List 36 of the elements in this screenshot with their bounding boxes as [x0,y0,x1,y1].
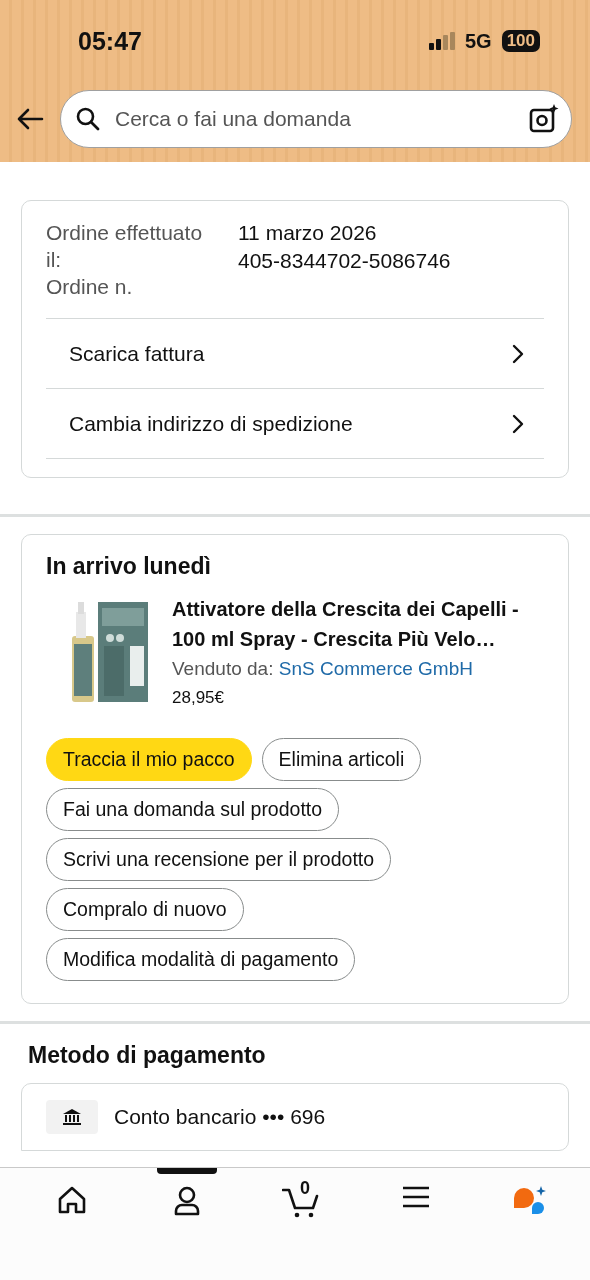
search-input[interactable]: Cerca o fai una domanda [113,106,517,132]
seller-label: Venduto da: [172,658,274,679]
network-label: 5G [464,29,492,53]
info-value: 405-8344702-5086746 [238,248,451,274]
info-label: Ordine effettuato il: [46,220,204,273]
search-icon [75,106,101,132]
product-price: 28,95€ [172,688,225,708]
chevron-icon [512,413,524,434]
action-button[interactable]: Modifica modalità di pagamento [46,938,356,981]
order-action-row[interactable]: Cambia indirizzo di spedizione [46,389,544,459]
nav-tab[interactable]: 0 [271,1168,331,1280]
info-label: Ordine n. [46,274,134,300]
back-arrow-icon[interactable] [16,108,44,130]
bank-icon [46,1100,98,1134]
status-time: 05:47 [78,26,142,56]
delivery-title: In arrivo lunedì [46,553,212,580]
action-button[interactable]: Compralo di nuovo [46,888,244,931]
search-bar[interactable]: Cerca o fai una domanda [60,90,572,148]
product-title[interactable]: Attivatore della Crescita dei Capelli - 100 ml Spray - Crescita Più Velo… [172,594,544,654]
chevron-icon [512,343,524,364]
info-value: 11 marzo 2026 [238,220,378,246]
action-button[interactable]: Scrivi una recensione per il prodotto [46,838,392,881]
track-package-button[interactable]: Traccia il mio pacco [46,738,252,781]
home-icon [57,1186,87,1214]
camera-icon[interactable] [529,104,559,134]
order-action-row[interactable]: Scarica fattura [46,319,544,389]
cart-count: 0 [300,1178,310,1199]
menu-icon [401,1186,430,1208]
payment-title: Metodo di pagamento [28,1042,267,1069]
action-button[interactable]: Fai una domanda sul prodotto [46,788,340,831]
seller-link[interactable]: SnS Commerce GmbH [278,658,473,679]
signal-icon [428,32,455,50]
action-button[interactable]: Elimina articoli [261,738,422,781]
payment-method: Conto bancario ••• 696 [114,1105,326,1129]
battery-level: 100 [501,30,540,52]
person-icon [172,1186,201,1216]
